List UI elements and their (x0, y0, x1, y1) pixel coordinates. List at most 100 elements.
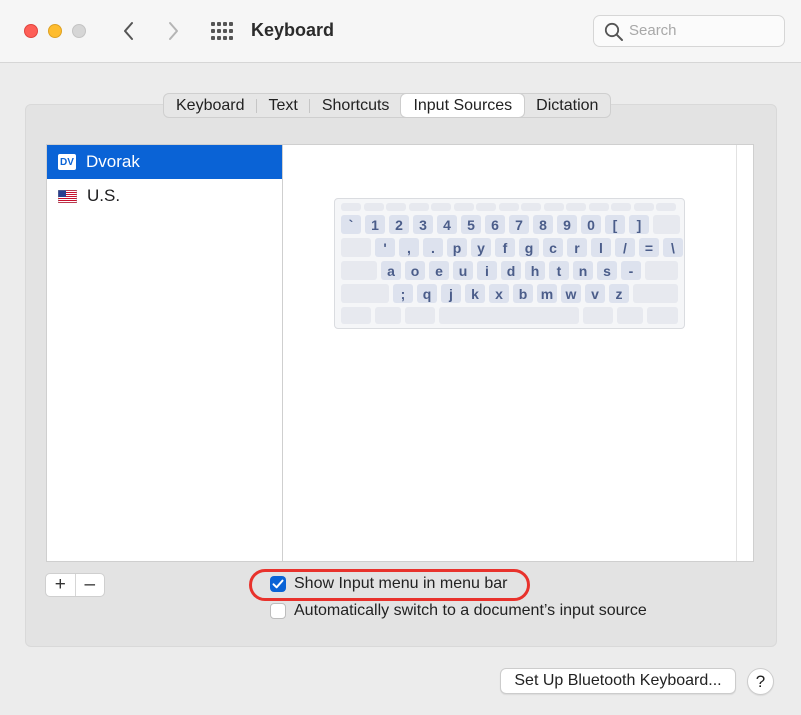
scrollbar-track[interactable] (736, 145, 737, 561)
key: t (549, 261, 569, 280)
key-blank (363, 203, 384, 211)
add-remove-control: + – (45, 573, 105, 597)
show-all-button[interactable] (211, 22, 233, 40)
key: p (447, 238, 467, 257)
key-label: e (435, 262, 443, 279)
key-blank (645, 261, 678, 280)
key: 9 (557, 215, 577, 234)
show-input-menu-checkbox[interactable] (270, 576, 286, 592)
key-blank (341, 238, 371, 257)
key-blank (341, 284, 389, 303)
key-label: , (407, 239, 411, 256)
back-button[interactable] (117, 18, 141, 44)
key: 0 (581, 215, 601, 234)
key: k (465, 284, 485, 303)
key-label: p (452, 239, 462, 256)
key: ` (341, 215, 361, 234)
key-label: d (506, 262, 516, 279)
list-item-dvorak[interactable]: DV Dvorak (47, 145, 282, 179)
list-item-label: U.S. (87, 186, 121, 205)
key-label: . (431, 239, 435, 256)
key-label: c (549, 239, 557, 256)
tab-text[interactable]: Text (257, 94, 311, 117)
key-label: f (502, 239, 508, 256)
key-label: m (540, 285, 554, 302)
key: / (615, 238, 635, 257)
key: i (477, 261, 497, 280)
key: w (561, 284, 581, 303)
key: u (453, 261, 473, 280)
key: 3 (413, 215, 433, 234)
key-label: - (628, 262, 634, 279)
tab-shortcuts[interactable]: Shortcuts (310, 94, 402, 117)
key-label: h (530, 262, 540, 279)
tab-keyboard[interactable]: Keyboard (164, 94, 257, 117)
key-label: \ (671, 239, 675, 256)
dvorak-badge-icon: DV (58, 154, 76, 170)
key: x (489, 284, 509, 303)
key: 7 (509, 215, 529, 234)
remove-source-button[interactable]: – (76, 574, 105, 596)
tab-dictation[interactable]: Dictation (524, 94, 610, 117)
help-button[interactable]: ? (747, 668, 774, 695)
zoom-window-button[interactable] (72, 24, 86, 38)
key-label: ` (348, 216, 354, 233)
key: z (609, 284, 629, 303)
minimize-window-button[interactable] (48, 24, 62, 38)
key-label: 0 (587, 216, 595, 233)
key: f (495, 238, 515, 257)
checkmark-icon (272, 579, 284, 589)
close-window-button[interactable] (24, 24, 38, 38)
key-label: l (599, 239, 603, 256)
tab-input-sources[interactable]: Input Sources (401, 94, 525, 117)
key-label: q (422, 285, 432, 302)
key-blank (588, 203, 609, 211)
key-label: z (615, 285, 623, 302)
forward-button[interactable] (161, 18, 185, 44)
key: ' (375, 238, 395, 257)
key-blank (405, 307, 435, 324)
key: d (501, 261, 521, 280)
show-input-menu-label[interactable]: Show Input menu in menu bar (294, 575, 507, 593)
auto-switch-label[interactable]: Automatically switch to a document’s inp… (294, 602, 647, 620)
key: m (537, 284, 557, 303)
setup-bluetooth-keyboard-button[interactable]: Set Up Bluetooth Keyboard... (500, 668, 736, 694)
key: 1 (365, 215, 385, 234)
key-blank (439, 307, 579, 324)
key-label: o (410, 262, 420, 279)
key-label: ; (400, 285, 406, 302)
key: j (441, 284, 461, 303)
key-label: = (644, 239, 654, 256)
key-label: v (591, 285, 599, 302)
key-label: t (556, 262, 562, 279)
key-blank (341, 203, 361, 211)
add-source-button[interactable]: + (46, 574, 76, 596)
key-label: ] (636, 216, 642, 233)
key: q (417, 284, 437, 303)
key-label: 5 (467, 216, 475, 233)
key-label: w (565, 285, 577, 302)
key-label: [ (612, 216, 618, 233)
key: 4 (437, 215, 457, 234)
key-blank (583, 307, 613, 324)
search-input[interactable] (629, 22, 774, 39)
key-blank (611, 203, 631, 211)
key: , (399, 238, 419, 257)
key: b (513, 284, 533, 303)
keyboard-layout-viewer: ` 1 2 3 4 5 6 7 8 9 0 [] ',. p y f g c r l / = \ a o e u i d h t n s -; q j… (334, 198, 685, 329)
key-blank (498, 203, 519, 211)
key-label: k (471, 285, 479, 302)
key: a (381, 261, 401, 280)
key-blank (408, 203, 429, 211)
key: 5 (461, 215, 481, 234)
key: . (423, 238, 443, 257)
auto-switch-checkbox[interactable] (270, 603, 286, 619)
list-item-us[interactable]: U.S. (47, 179, 282, 213)
key: s (597, 261, 617, 280)
tab-bar: Keyboard Text Shortcuts Input Sources Di… (163, 93, 612, 118)
input-sources-list[interactable]: DV Dvorak U.S. (46, 144, 283, 562)
key: v (585, 284, 605, 303)
search-icon (604, 22, 623, 41)
key: \ (663, 238, 683, 257)
search-field[interactable] (593, 15, 785, 47)
